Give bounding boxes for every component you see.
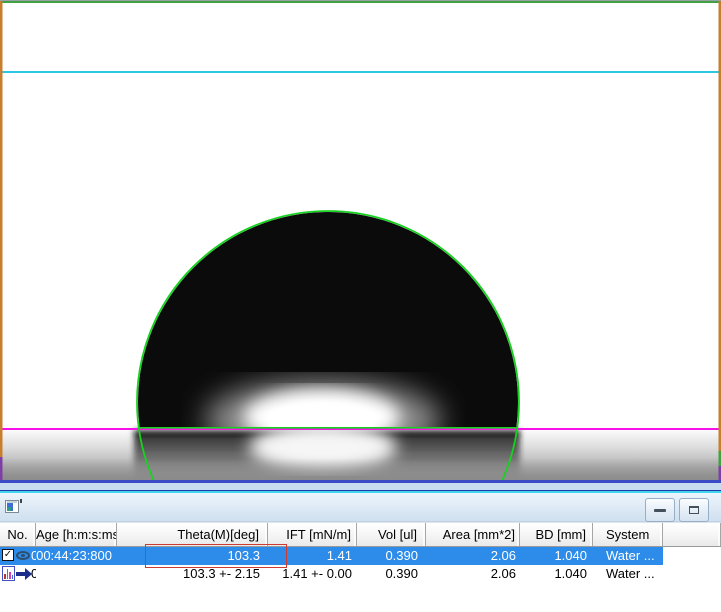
cyan-reference-line: [2, 71, 719, 73]
row1-age-value: 00:44:23:800: [36, 547, 117, 565]
row2-bd-value: 1.040: [520, 565, 593, 583]
row1-bd-value: 1.040: [520, 547, 593, 565]
row1-no-cell: ✓ 0...: [0, 547, 36, 565]
screen: [Result Window] - Noname No. Age [h:m:s:…: [0, 0, 721, 612]
header-system[interactable]: System: [593, 523, 663, 546]
table-row-measurement[interactable]: ✓ 0... 00:44:23:800 103.3 1.41 0.390 2.0…: [0, 547, 721, 565]
frame-top-green: [0, 1, 721, 3]
row2-system-value: Water ...: [593, 565, 663, 583]
result-window-icon: [5, 500, 19, 513]
result-table: No. Age [h:m:s:ms] Theta(M)[deg] IFT [mN…: [0, 522, 721, 612]
result-window-title-bar[interactable]: [Result Window] - Noname: [0, 493, 721, 522]
window-gap: [0, 483, 721, 490]
minimize-button[interactable]: [645, 498, 675, 522]
frame-left-orange: [0, 1, 3, 457]
row2-no-cell: 0...: [0, 565, 36, 583]
row1-area-value: 2.06: [426, 547, 520, 565]
restore-button[interactable]: [679, 498, 709, 522]
title-icon-tick: [20, 499, 22, 503]
frame-left-purple: [0, 457, 3, 483]
header-age[interactable]: Age [h:m:s:ms]: [36, 523, 117, 546]
restore-icon: [689, 506, 699, 514]
header-area[interactable]: Area [mm*2]: [426, 523, 520, 546]
row2-vol-value: 0.390: [357, 565, 426, 583]
row2-age-value: [36, 565, 117, 583]
bar-chart-icon: [2, 566, 15, 581]
table-header-row: No. Age [h:m:s:ms] Theta(M)[deg] IFT [mN…: [0, 522, 721, 547]
header-theta[interactable]: Theta(M)[deg]: [117, 523, 268, 546]
table-row-statistics[interactable]: 0... 103.3 +- 2.15 1.41 +- 0.00 0.390 2.…: [0, 565, 721, 583]
row2-area-value: 2.06: [426, 565, 520, 583]
minimize-icon: [654, 509, 666, 512]
header-bd[interactable]: BD [mm]: [520, 523, 593, 546]
row1-system-value: Water ...: [593, 547, 663, 565]
substrate-fade: [2, 458, 719, 483]
camera-view: [0, 0, 721, 483]
contact-line: [139, 427, 517, 429]
header-ift[interactable]: IFT [mN/m]: [268, 523, 357, 546]
frame-top-gray: [0, 0, 721, 1]
checkbox-checked[interactable]: ✓: [2, 549, 14, 561]
header-no[interactable]: No.: [0, 523, 36, 546]
ellipse-profile-icon: [16, 551, 30, 560]
row1-vol-value: 0.390: [357, 547, 426, 565]
header-vol[interactable]: Vol [ul]: [357, 523, 426, 546]
header-filler: [663, 523, 721, 546]
arrow-right-icon: [16, 572, 25, 576]
red-highlight-box: [145, 544, 287, 568]
